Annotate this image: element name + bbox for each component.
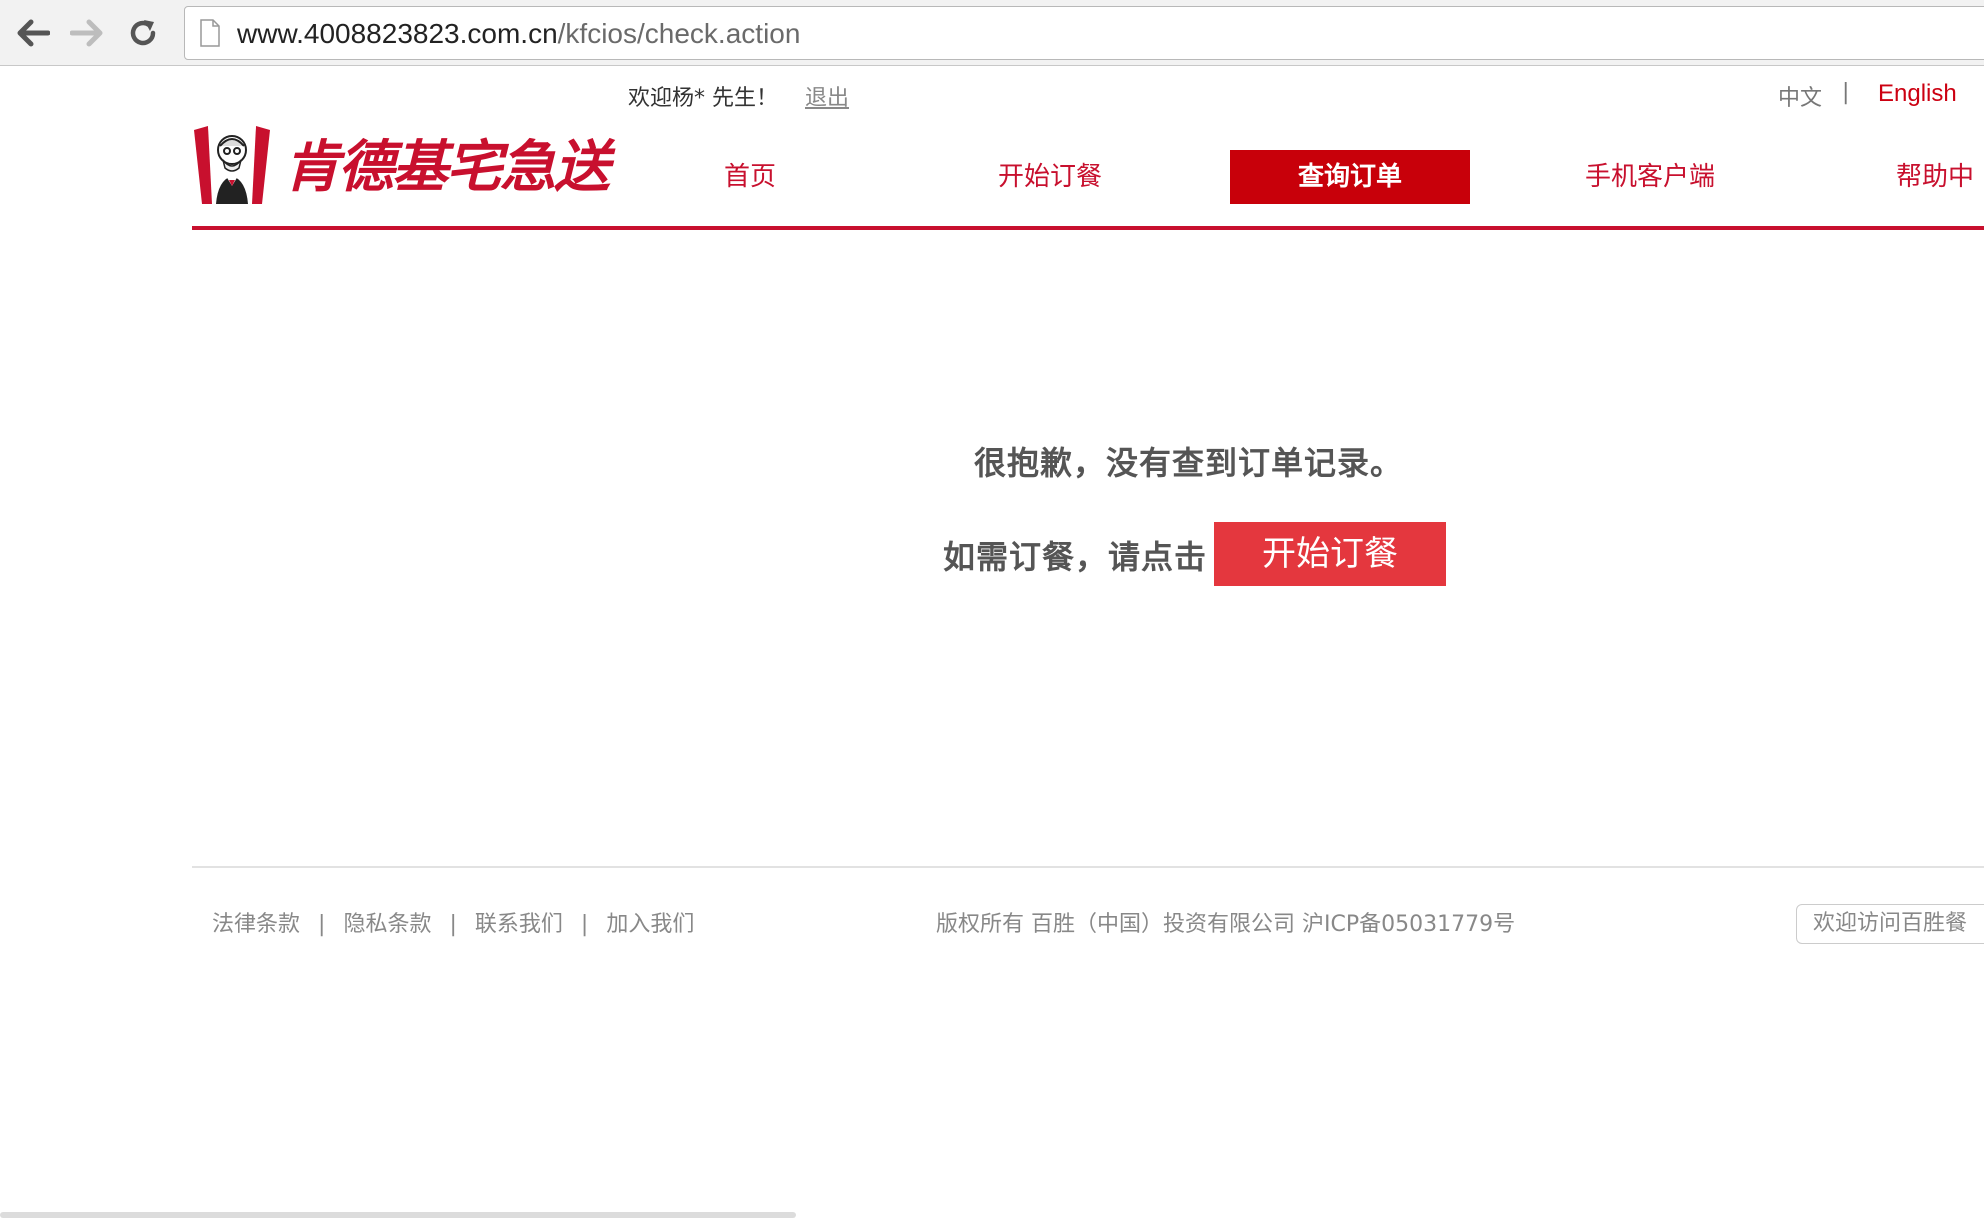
footer-link-contact[interactable]: 联系我们: [475, 912, 563, 937]
page-icon: [200, 19, 220, 47]
order-prompt-text: 如需订餐，请点击: [943, 538, 1208, 576]
reload-icon: [130, 20, 156, 46]
footer-links: 法律条款 | 隐私条款 | 联系我们 | 加入我们: [212, 906, 694, 938]
no-record-message: 很抱歉，没有查到订单记录。: [974, 444, 1404, 482]
footer-separator: |: [318, 912, 326, 937]
back-button[interactable]: [10, 10, 56, 56]
address-bar[interactable]: www.4008823823.com.cn/kfcios/check.actio…: [184, 6, 1984, 60]
url-text: www.4008823823.com.cn/kfcios/check.actio…: [237, 17, 800, 51]
footer-link-join[interactable]: 加入我们: [606, 912, 694, 937]
lang-chinese-link[interactable]: 中文: [1778, 80, 1822, 112]
welcome-text: 欢迎杨* 先生！: [628, 86, 778, 111]
footer-divider: [192, 866, 1984, 868]
horizontal-scrollbar[interactable]: [0, 1212, 796, 1218]
visit-select[interactable]: 欢迎访问百胜餐: [1796, 904, 1984, 944]
url-path: /kfcios/check.action: [557, 18, 801, 49]
nav-mobile-client[interactable]: 手机客户端: [1560, 150, 1740, 204]
reload-button[interactable]: [120, 10, 166, 56]
url-host: www.4008823823.com.cn: [237, 18, 558, 49]
forward-button[interactable]: [64, 10, 110, 56]
footer-link-legal[interactable]: 法律条款: [212, 912, 300, 937]
nav-query-order[interactable]: 查询订单: [1230, 150, 1470, 204]
lang-english-link[interactable]: English: [1878, 80, 1957, 108]
browser-toolbar: www.4008823823.com.cn/kfcios/check.actio…: [0, 0, 1984, 66]
logout-link[interactable]: 退出: [805, 80, 849, 112]
header-divider: [192, 226, 1984, 230]
nav-help-center[interactable]: 帮助中: [1896, 150, 1984, 204]
brand-logo-text[interactable]: 肯德基宅急送: [284, 138, 610, 198]
arrow-right-icon: [70, 19, 103, 47]
arrow-left-icon: [17, 19, 50, 47]
footer-link-privacy[interactable]: 隐私条款: [343, 912, 431, 937]
nav-start-order[interactable]: 开始订餐: [960, 150, 1140, 204]
footer-separator: |: [580, 912, 589, 937]
footer-separator: |: [449, 912, 457, 937]
kfc-colonel-logo-icon[interactable]: [192, 124, 272, 206]
nav-home[interactable]: 首页: [690, 150, 810, 204]
copyright-text: 版权所有 百胜（中国）投资有限公司 沪ICP备05031779号: [936, 912, 1516, 937]
start-order-button[interactable]: 开始订餐: [1214, 522, 1446, 586]
lang-separator: |: [1842, 80, 1850, 105]
